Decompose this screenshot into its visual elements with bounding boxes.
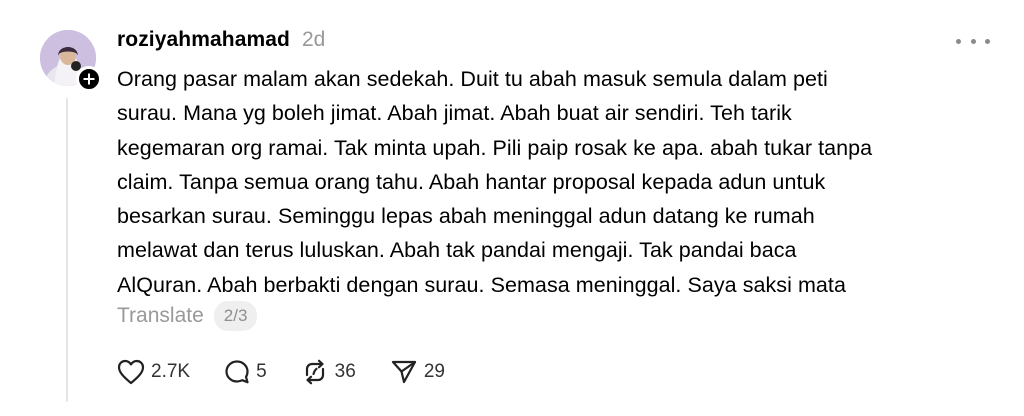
heart-icon	[117, 359, 145, 385]
translate-row: Translate 2/3	[117, 299, 258, 333]
post-header: roziyahmahamad 2d	[117, 28, 325, 56]
username[interactable]: roziyahmahamad	[117, 28, 290, 52]
repost-icon	[305, 359, 324, 385]
repost-button[interactable]: 36	[301, 359, 356, 385]
thread-line	[66, 98, 68, 402]
repost-count: 36	[334, 361, 356, 382]
send-icon	[391, 360, 416, 384]
share-button[interactable]: 29	[390, 359, 445, 385]
plus-icon	[83, 73, 95, 85]
share-count: 29	[423, 361, 445, 382]
more-dots-icon	[956, 38, 961, 44]
follow-button[interactable]	[76, 66, 102, 92]
action-bar: 2.7K 5 36 29	[117, 357, 479, 387]
translate-link[interactable]: Translate	[117, 304, 204, 328]
comment-button[interactable]: 5	[224, 359, 267, 385]
translate-count-badge: 2/3	[213, 301, 258, 331]
timestamp[interactable]: 2d	[302, 28, 325, 52]
post-text: Orang pasar malam akan sedekah. Duit tu …	[117, 67, 873, 297]
like-button[interactable]: 2.7K	[117, 359, 190, 385]
more-dots-icon	[985, 38, 990, 44]
comment-bubble-icon	[225, 360, 249, 384]
comment-count: 5	[256, 361, 267, 382]
more-options-button[interactable]	[956, 30, 990, 52]
more-dots-icon	[970, 38, 976, 44]
like-count: 2.7K	[151, 361, 191, 382]
avatar-container	[40, 30, 102, 92]
thread-post: roziyahmahamad 2d Orang pasar malam akan…	[0, 0, 1024, 416]
